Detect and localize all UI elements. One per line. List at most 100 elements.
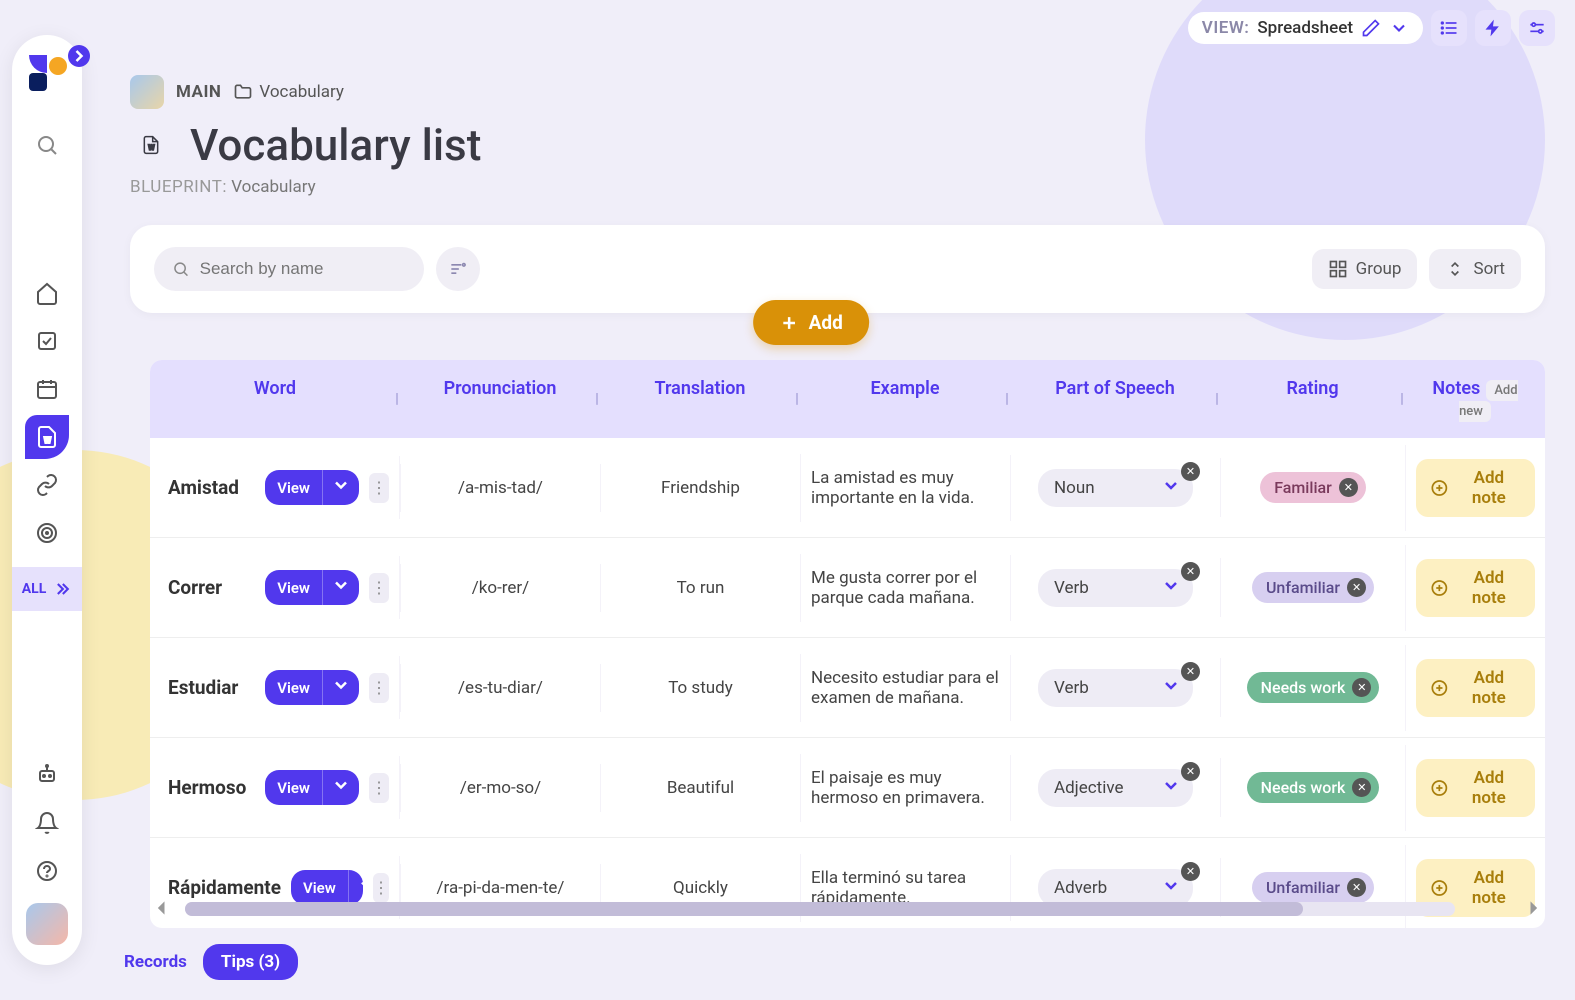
row-menu-button[interactable]: ⋮	[373, 873, 389, 903]
view-button-dropdown[interactable]	[348, 870, 363, 905]
col-resize-handle[interactable]: ||	[795, 391, 796, 407]
clear-pos-button[interactable]: ✕	[1181, 862, 1200, 881]
add-note-button[interactable]: Add note	[1416, 459, 1535, 517]
cell-notes: Add note	[1405, 645, 1545, 731]
clear-pos-button[interactable]: ✕	[1181, 562, 1200, 581]
breadcrumb-folder[interactable]: Vocabulary	[233, 82, 344, 102]
th-example[interactable]: Example||	[800, 360, 1010, 438]
view-button[interactable]: View	[265, 470, 359, 505]
view-button[interactable]: View	[291, 870, 363, 905]
sliders-button[interactable]	[1519, 10, 1555, 46]
th-part-of-speech[interactable]: Part of Speech||	[1010, 360, 1220, 438]
col-resize-handle[interactable]: ||	[1215, 391, 1216, 407]
clear-rating-button[interactable]: ✕	[1339, 478, 1358, 497]
pos-value: Verb	[1054, 678, 1089, 698]
view-label: VIEW:	[1202, 18, 1250, 38]
scrollbar-thumb[interactable]	[185, 902, 1303, 916]
rating-text: Familiar	[1274, 478, 1332, 497]
view-button-label[interactable]: View	[265, 774, 322, 802]
pos-select[interactable]: Adverb	[1038, 869, 1193, 907]
page-title: Vocabulary list	[190, 119, 481, 171]
tab-tips[interactable]: Tips (3)	[203, 944, 298, 980]
col-resize-handle[interactable]: ||	[1005, 391, 1006, 407]
expand-sidebar-button[interactable]	[68, 45, 90, 67]
workspace-thumb[interactable]	[130, 75, 164, 109]
view-button-label[interactable]: View	[265, 574, 322, 602]
pencil-icon[interactable]	[1361, 18, 1381, 38]
row-menu-button[interactable]: ⋮	[369, 673, 389, 703]
view-button-label[interactable]: View	[265, 674, 322, 702]
add-note-button[interactable]: Add note	[1416, 659, 1535, 717]
data-table: Word|| Pronunciation|| Translation|| Exa…	[150, 360, 1545, 928]
home-icon[interactable]	[25, 271, 69, 315]
add-button[interactable]: Add	[753, 300, 869, 345]
scroll-right-button[interactable]	[1521, 896, 1545, 920]
clear-pos-button[interactable]: ✕	[1181, 462, 1200, 481]
view-button[interactable]: View	[265, 670, 359, 705]
pos-select[interactable]: Verb	[1038, 569, 1193, 607]
link-icon[interactable]	[25, 463, 69, 507]
scroll-left-button[interactable]	[150, 896, 174, 920]
view-button[interactable]: View	[265, 570, 359, 605]
pos-select[interactable]: Noun	[1038, 469, 1193, 507]
col-resize-handle[interactable]: ||	[595, 391, 596, 407]
view-button-dropdown[interactable]	[322, 770, 359, 805]
th-word[interactable]: Word||	[150, 360, 400, 438]
target-icon[interactable]	[25, 511, 69, 555]
clear-rating-button[interactable]: ✕	[1347, 578, 1366, 597]
search-input[interactable]	[200, 259, 406, 279]
clear-rating-button[interactable]: ✕	[1352, 678, 1371, 697]
row-menu-button[interactable]: ⋮	[369, 573, 389, 603]
row-menu-button[interactable]: ⋮	[369, 473, 389, 503]
col-resize-handle[interactable]: ||	[395, 391, 396, 407]
rating-pill[interactable]: Needs work ✕	[1247, 672, 1380, 703]
th-rating[interactable]: Rating||	[1220, 360, 1405, 438]
bell-icon[interactable]	[25, 801, 69, 845]
view-button[interactable]: View	[265, 770, 359, 805]
list-settings-button[interactable]	[1431, 10, 1467, 46]
search-icon[interactable]	[25, 123, 69, 167]
robot-icon[interactable]	[25, 753, 69, 797]
th-translation[interactable]: Translation||	[600, 360, 800, 438]
th-pronunciation[interactable]: Pronunciation||	[400, 360, 600, 438]
horizontal-scrollbar[interactable]	[185, 902, 1455, 916]
rating-pill[interactable]: Needs work ✕	[1247, 772, 1380, 803]
view-button-dropdown[interactable]	[322, 570, 359, 605]
help-icon[interactable]	[25, 849, 69, 893]
view-button-dropdown[interactable]	[322, 470, 359, 505]
view-button-dropdown[interactable]	[322, 670, 359, 705]
sidebar-all-button[interactable]: ALL	[12, 567, 82, 611]
rating-pill[interactable]: Familiar ✕	[1260, 472, 1366, 503]
clear-pos-button[interactable]: ✕	[1181, 662, 1200, 681]
add-note-button[interactable]: Add note	[1416, 759, 1535, 817]
pos-select[interactable]: Verb	[1038, 669, 1193, 707]
workspace-avatar[interactable]	[26, 903, 68, 945]
chevron-down-icon[interactable]	[1389, 18, 1409, 38]
add-note-button[interactable]: Add note	[1416, 559, 1535, 617]
view-button-label[interactable]: View	[265, 474, 322, 502]
filter-button[interactable]	[436, 247, 480, 291]
clear-rating-button[interactable]: ✕	[1352, 778, 1371, 797]
clear-rating-button[interactable]: ✕	[1347, 878, 1366, 897]
pos-select[interactable]: Adjective	[1038, 769, 1193, 807]
row-menu-button[interactable]: ⋮	[369, 773, 389, 803]
breadcrumb-main[interactable]: MAIN	[176, 82, 221, 102]
rating-pill[interactable]: Unfamiliar ✕	[1252, 572, 1374, 603]
search-input-wrap[interactable]	[154, 247, 424, 291]
clear-pos-button[interactable]: ✕	[1181, 762, 1200, 781]
tab-records[interactable]: Records	[120, 944, 191, 980]
sort-button[interactable]: Sort	[1429, 249, 1521, 289]
calendar-icon[interactable]	[25, 367, 69, 411]
checkbox-icon[interactable]	[25, 319, 69, 363]
app-logo	[29, 55, 65, 91]
group-button[interactable]: Group	[1312, 249, 1418, 289]
document-icon[interactable]: W	[25, 415, 69, 459]
th-notes[interactable]: NotesAdd new	[1405, 360, 1545, 438]
view-button-label[interactable]: View	[291, 874, 348, 902]
col-resize-handle[interactable]: ||	[1400, 391, 1401, 407]
table-header: Word|| Pronunciation|| Translation|| Exa…	[150, 360, 1545, 438]
rating-pill[interactable]: Unfamiliar ✕	[1252, 872, 1374, 903]
automation-button[interactable]	[1475, 10, 1511, 46]
cell-rating: Unfamiliar ✕	[1220, 558, 1405, 617]
view-selector[interactable]: VIEW: Spreadsheet	[1188, 12, 1423, 44]
